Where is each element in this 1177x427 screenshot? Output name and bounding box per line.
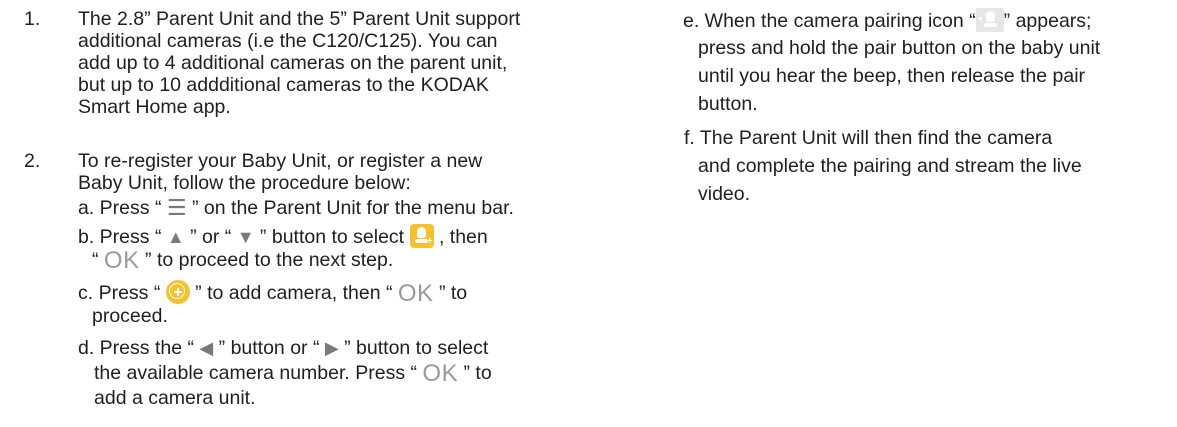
item-text-line: Baby Unit, follow the procedure below: — [78, 172, 411, 194]
item-number: 1. — [24, 8, 41, 30]
ok-button-label: OK — [103, 247, 140, 274]
step-text: video. — [698, 183, 751, 205]
step-f-line: and complete the pairing and stream the … — [698, 154, 1082, 178]
up-triangle-icon: ▲ — [166, 227, 185, 247]
step-text: b. Press “ — [78, 226, 167, 248]
step-text: ” button or “ — [213, 337, 325, 359]
ok-button-label: OK — [397, 280, 434, 307]
item-text-line: additional cameras (i.e the C120/C125). … — [78, 30, 498, 52]
menu-icon: ☰ — [166, 195, 187, 220]
step-text: c. Press “ — [78, 282, 166, 304]
step-text: proceed. — [92, 305, 168, 327]
step-text: ” button to select — [254, 226, 410, 248]
step-f-line: video. — [698, 182, 750, 206]
item-number: 2. — [24, 150, 41, 172]
step-e: e. When the camera pairing icon “ ” appea… — [683, 8, 1091, 33]
step-text: , then — [433, 226, 488, 248]
step-b: b. Press “ ▲ ” or “ ▼ ” button to select… — [78, 224, 488, 249]
step-d: d. Press the “ ◀ ” button or “ ▶ ” butto… — [78, 336, 488, 360]
step-e-line: until you hear the beep, then release th… — [698, 64, 1085, 88]
step-b-line2: “ OK ” to proceed to the next step. — [92, 248, 393, 273]
step-f: f. The Parent Unit will then find the ca… — [684, 126, 1052, 150]
ok-button-label: OK — [422, 360, 459, 387]
step-c-line2: proceed. — [92, 304, 168, 328]
item-text-line: add up to 4 additional cameras on the pa… — [78, 52, 508, 74]
step-text: d. Press the “ — [78, 337, 200, 359]
step-text: ” to add camera, then “ — [189, 282, 398, 304]
add-camera-icon: + — [409, 224, 434, 248]
step-text: ” to proceed to the next step. — [139, 249, 394, 271]
step-text: ” or “ — [184, 226, 237, 248]
step-text: f. The Parent Unit will then find the ca… — [684, 127, 1053, 149]
item-text-line: The 2.8” Parent Unit and the 5” Parent U… — [78, 8, 521, 30]
step-text: e. When the camera pairing icon “ — [683, 10, 976, 32]
left-triangle-icon: ◀ — [199, 338, 214, 358]
right-triangle-icon: ▶ — [324, 338, 339, 358]
step-d-line3: add a camera unit. — [94, 386, 256, 410]
step-c: c. Press “ ” to add camera, then “ OK ” … — [78, 280, 467, 306]
step-text: until you hear the beep, then release th… — [698, 65, 1086, 87]
list-item-2: 2. To re-register your Baby Unit, or reg… — [24, 150, 584, 196]
step-a: a. Press “ ☰ ” on the Parent Unit for th… — [78, 196, 514, 220]
step-text: press and hold the pair button on the ba… — [698, 37, 1101, 59]
list-item-1: 1. The 2.8” Parent Unit and the 5” Paren… — [24, 8, 584, 120]
step-text: ” appears; — [1003, 10, 1092, 32]
step-text: “ — [92, 249, 104, 271]
step-text: ” to — [458, 362, 492, 384]
step-text: a. Press “ — [78, 197, 167, 219]
step-text: ” to — [433, 282, 468, 304]
step-d-line2: the available camera number. Press “ OK … — [94, 361, 492, 386]
step-text: button. — [698, 93, 758, 115]
down-triangle-icon: ▼ — [236, 227, 255, 247]
step-text: add a camera unit. — [94, 387, 256, 409]
step-text: the available camera number. Press “ — [94, 362, 423, 384]
item-text-line: but up to 10 addditional cameras to the … — [78, 74, 489, 96]
step-e-line: button. — [698, 92, 758, 116]
step-text: ” on the Parent Unit for the menu bar. — [186, 197, 514, 219]
item-text-line: To re-register your Baby Unit, or regist… — [78, 150, 483, 172]
camera-pairing-icon — [975, 8, 1004, 32]
step-e-line: press and hold the pair button on the ba… — [698, 36, 1100, 60]
step-text: ” button to select — [338, 337, 489, 359]
item-text-line: Smart Home app. — [78, 96, 231, 118]
step-text: and complete the pairing and stream the … — [698, 155, 1082, 177]
add-circle-icon — [165, 280, 190, 304]
